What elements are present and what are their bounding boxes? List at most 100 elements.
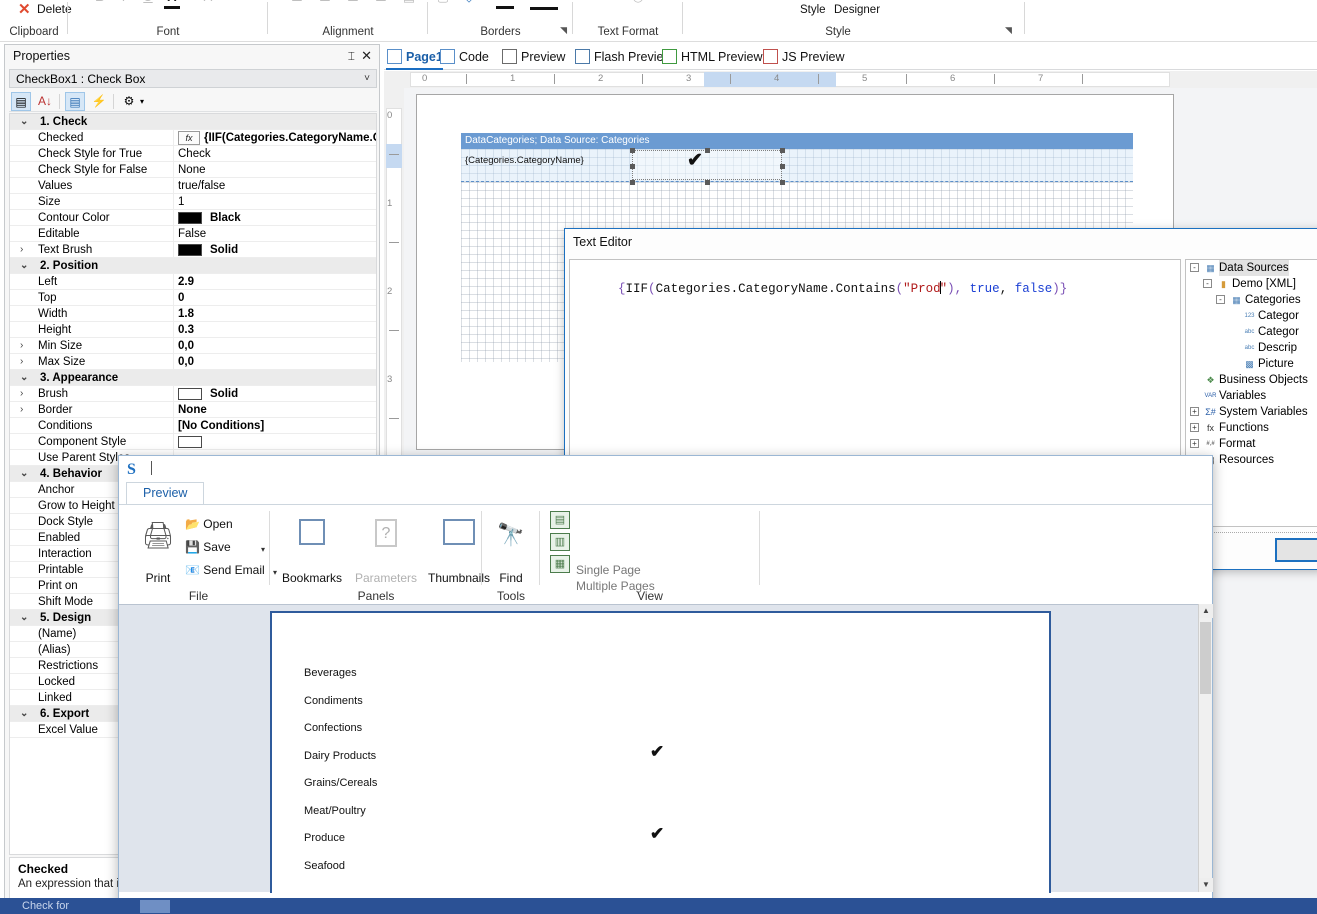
tree-node-label[interactable]: Picture	[1258, 356, 1294, 372]
gear-dropdown-icon[interactable]: ▾	[137, 92, 147, 111]
tree-node[interactable]: + #,# Format	[1186, 436, 1317, 452]
tree-node[interactable]: VAR Variables	[1186, 388, 1317, 404]
property-value[interactable]: 1	[178, 194, 184, 210]
property-row[interactable]: Height 0.3	[10, 322, 376, 338]
expand-toggle-icon[interactable]: +	[1190, 407, 1199, 416]
designer-tab-preview[interactable]: Preview	[501, 46, 565, 70]
property-value[interactable]: 0,0	[178, 354, 194, 370]
property-row[interactable]: Values true/false	[10, 178, 376, 194]
tree-node[interactable]: - ▦ Categories	[1186, 292, 1317, 308]
property-row[interactable]: › Border None	[10, 402, 376, 418]
designer-tab-code[interactable]: Code	[439, 46, 489, 70]
designer-tab-flash-preview[interactable]: Flash Preview	[574, 46, 673, 70]
tree-node[interactable]: 123 Categor	[1186, 308, 1317, 324]
align-center-icon[interactable]: ☰	[316, 0, 334, 6]
tree-node-label[interactable]: Categor	[1258, 308, 1299, 324]
single-page-label[interactable]: Single Page	[576, 563, 641, 577]
tree-node[interactable]: abc Descrip	[1186, 340, 1317, 356]
tree-node-label[interactable]: Descrip	[1258, 340, 1297, 356]
tree-node[interactable]: - ▦ Data Sources	[1186, 260, 1317, 276]
date-format-dropdown-icon[interactable]: ▾	[651, 0, 661, 6]
chevron-down-icon[interactable]: ⌄	[20, 114, 28, 130]
border-color-icon[interactable]: ▰	[496, 0, 514, 9]
data-band-header[interactable]: DataCategories; Data Source: Categories	[461, 133, 1133, 149]
property-category-row[interactable]: ⌄ 1. Check	[10, 114, 376, 130]
property-value[interactable]: true/false	[178, 178, 225, 194]
property-value[interactable]: Black	[210, 210, 241, 226]
property-category-row[interactable]: ⌄ 3. Appearance	[10, 370, 376, 386]
checkbox-component-selection[interactable]	[630, 148, 785, 185]
resize-handle[interactable]	[705, 180, 710, 185]
shrink-font-icon[interactable]: A	[224, 0, 240, 6]
send-email-button[interactable]: 📧 Send Email ▾	[185, 563, 277, 577]
expression-fx-button[interactable]: fx	[178, 131, 200, 145]
alphabetical-sort-icon[interactable]: A↓	[35, 92, 55, 111]
close-icon[interactable]: ✕	[361, 45, 372, 67]
property-row[interactable]: › Text Brush Solid	[10, 242, 376, 258]
border-color-dropdown-icon[interactable]: ▾	[516, 0, 526, 6]
property-value[interactable]: Solid	[210, 386, 238, 402]
designer-button-label[interactable]: Designer	[834, 4, 880, 16]
pin-icon[interactable]: ⌶	[348, 45, 355, 67]
tree-node[interactable]: + fx Functions	[1186, 420, 1317, 436]
resize-handle[interactable]	[630, 148, 635, 153]
taskbar-button[interactable]	[140, 900, 170, 913]
scrollbar-thumb[interactable]	[1200, 622, 1211, 694]
color-swatch[interactable]	[178, 388, 202, 400]
property-row[interactable]: Check Style for False None	[10, 162, 376, 178]
expand-toggle-icon[interactable]: +	[1190, 439, 1199, 448]
text-format-dropdown-icon[interactable]: ▾	[607, 0, 617, 6]
border-size-icon[interactable]	[530, 0, 558, 10]
tree-node-label[interactable]: Data Sources	[1219, 260, 1289, 276]
open-button[interactable]: 📂 Open	[185, 517, 233, 531]
property-row[interactable]: Width 1.8	[10, 306, 376, 322]
parameters-button[interactable]: ? Parameters	[350, 513, 422, 585]
collapse-toggle-icon[interactable]: -	[1190, 263, 1199, 272]
tree-node-label[interactable]: Resources	[1219, 452, 1274, 468]
property-row[interactable]: › Brush Solid	[10, 386, 376, 402]
chevron-down-icon[interactable]: ⌄	[20, 466, 28, 482]
property-value[interactable]: {IIF(Categories.CategoryName.Co	[204, 130, 376, 146]
save-button[interactable]: 💾 Save ▾	[185, 540, 265, 554]
clear-format-icon[interactable]: ✎	[248, 0, 264, 6]
category-name-field[interactable]: {Categories.CategoryName}	[465, 155, 584, 166]
align-justify-icon[interactable]: ☰	[372, 0, 390, 6]
whole-page-icon[interactable]: ▦	[550, 555, 570, 573]
events-lightning-icon[interactable]: ⚡	[89, 92, 109, 111]
tree-node-label[interactable]: Categor	[1258, 324, 1299, 340]
tree-node-label[interactable]: Categories	[1245, 292, 1301, 308]
tree-node[interactable]: ▩ Picture	[1186, 356, 1317, 372]
tree-node-label[interactable]: Format	[1219, 436, 1255, 452]
tree-node-label[interactable]: Functions	[1219, 420, 1269, 436]
property-value[interactable]: Check	[178, 146, 211, 162]
resize-handle[interactable]	[780, 148, 785, 153]
property-value[interactable]: 0,0	[178, 338, 194, 354]
tree-node[interactable]: - ▮ Demo [XML]	[1186, 276, 1317, 292]
border-none-icon[interactable]: ▢	[434, 0, 452, 6]
color-swatch[interactable]	[178, 436, 202, 448]
horizontal-ruler[interactable]: 0 1 2 3 4 5 6 7	[384, 71, 1317, 88]
collapse-toggle-icon[interactable]: -	[1216, 295, 1225, 304]
align-right-icon[interactable]: ☰	[344, 0, 362, 6]
property-value[interactable]: None	[178, 402, 207, 418]
border-style-icon[interactable]: ◇	[460, 0, 478, 6]
property-row[interactable]: Contour Color Black	[10, 210, 376, 226]
property-value[interactable]: 0.3	[178, 322, 194, 338]
borders-dialog-launcher[interactable]: ◥	[560, 25, 567, 36]
object-selector-combo[interactable]: CheckBox1 : Check Box ˅	[9, 69, 377, 88]
property-row[interactable]: Conditions [No Conditions]	[10, 418, 376, 434]
chevron-down-icon[interactable]: ⌄	[20, 258, 28, 274]
text-direction-icon[interactable]: ▤	[400, 0, 418, 6]
font-color-icon[interactable]: A	[164, 0, 180, 9]
resize-handle[interactable]	[780, 180, 785, 185]
align-left-icon[interactable]: ☰	[288, 0, 306, 6]
gear-icon[interactable]: ⚙	[119, 92, 139, 111]
tab-preview[interactable]: Preview	[126, 482, 205, 504]
resize-handle[interactable]	[630, 180, 635, 185]
scroll-down-arrow-icon[interactable]: ▼	[1199, 878, 1213, 892]
preview-vertical-scrollbar[interactable]: ▲ ▼	[1198, 604, 1213, 892]
property-value[interactable]: 2.9	[178, 274, 194, 290]
resize-handle[interactable]	[705, 148, 710, 153]
chevron-right-icon[interactable]: ›	[20, 402, 23, 418]
border-size-dropdown-icon[interactable]: ▾	[558, 0, 568, 6]
